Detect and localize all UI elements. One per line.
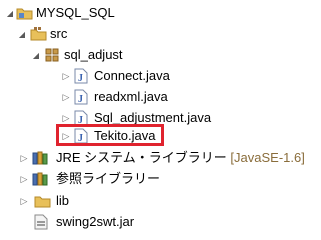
highlight-box (56, 124, 164, 146)
expand-arrow-icon[interactable] (4, 2, 16, 24)
tree-row-lib-folder[interactable]: lib (0, 190, 321, 212)
package-explorer-tree: MYSQL_SQL src sql_adjust (0, 0, 321, 237)
tree-row-src[interactable]: src (0, 23, 321, 45)
lib-label: lib (56, 193, 70, 208)
collapse-arrow-icon[interactable] (60, 86, 72, 108)
tree-row-package[interactable]: sql_adjust (0, 44, 321, 66)
jre-name: JRE システム・ライブラリー (56, 150, 227, 165)
library-icon (32, 168, 50, 190)
collapse-arrow-icon[interactable] (60, 65, 72, 87)
collapse-arrow-icon[interactable] (18, 190, 30, 212)
expand-arrow-icon[interactable] (30, 44, 42, 66)
svg-text:J: J (78, 73, 83, 84)
jre-label: JRE システム・ライブラリー [JavaSE-1.6] (56, 147, 305, 169)
tree-row-project[interactable]: MYSQL_SQL (0, 2, 321, 24)
tree-row-jre-library[interactable]: JRE システム・ライブラリー [JavaSE-1.6] (0, 147, 321, 169)
project-folder-icon (16, 2, 34, 24)
library-icon (32, 147, 50, 169)
collapse-arrow-icon[interactable] (18, 147, 30, 169)
package-label: sql_adjust (64, 47, 123, 62)
folder-icon (34, 190, 52, 212)
svg-text:J: J (78, 94, 83, 105)
java-file-icon: J (74, 86, 92, 108)
source-folder-icon (30, 23, 48, 45)
tree-row-java-file[interactable]: J readxml.java (0, 86, 321, 108)
src-label: src (50, 26, 68, 41)
refs-label: 参照ライブラリー (56, 171, 161, 186)
jar-label: swing2swt.jar (56, 214, 135, 229)
expand-arrow-icon[interactable] (16, 23, 28, 45)
collapse-arrow-icon[interactable] (18, 168, 30, 190)
package-icon (44, 44, 62, 66)
file-label: Connect.java (94, 68, 170, 83)
tree-row-referenced-libraries[interactable]: 参照ライブラリー (0, 168, 321, 190)
project-label: MYSQL_SQL (36, 5, 115, 20)
tree-row-java-file[interactable]: J Connect.java (0, 65, 321, 87)
file-label: readxml.java (94, 89, 168, 104)
jre-version: [JavaSE-1.6] (230, 150, 305, 165)
java-file-icon: J (74, 65, 92, 87)
jar-file-icon (34, 211, 52, 233)
tree-row-jar-file[interactable]: swing2swt.jar (0, 211, 321, 233)
